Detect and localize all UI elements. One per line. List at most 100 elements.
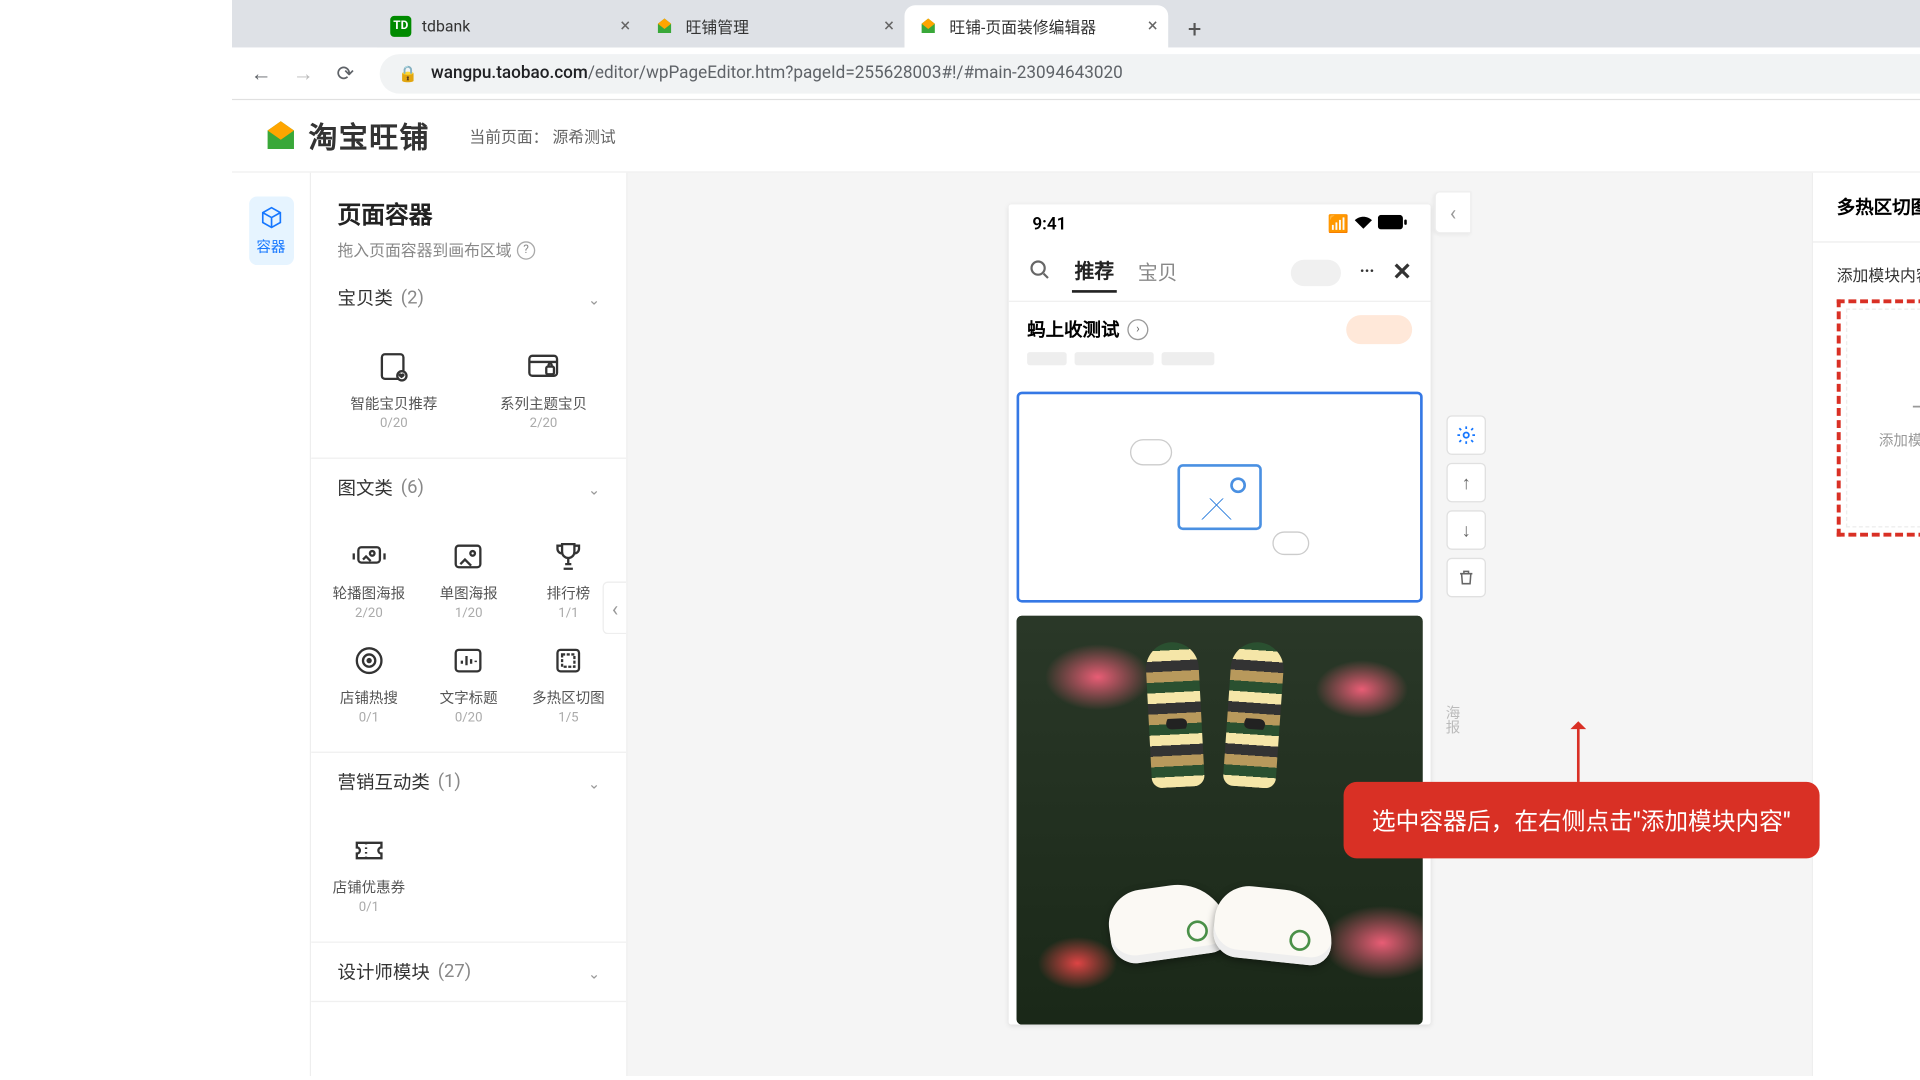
search-icon[interactable] — [1027, 256, 1053, 288]
url-path: /editor/wpPageEditor.htm?pageId=25562800… — [588, 63, 1123, 83]
wangpu-favicon — [654, 16, 675, 37]
current-page-info: 当前页面： 源希测试 — [469, 125, 615, 147]
module-text-title[interactable]: 文字标题 0/20 — [419, 632, 519, 736]
image-placeholder-icon — [1177, 464, 1261, 530]
signal-icon: 📶 — [1328, 214, 1349, 234]
back-button[interactable]: ← — [240, 52, 282, 94]
module-coupon[interactable]: 店铺优惠券 0/1 — [319, 821, 419, 925]
card-heart-icon — [375, 348, 412, 385]
gear-icon — [1456, 425, 1477, 446]
cloud-decoration — [1130, 439, 1172, 465]
browser-toolbar: ← → ⟳ 🔒 wangpu.taobao.com/editor/wpPageE… — [232, 47, 1920, 100]
phone-nav: 推荐 宝贝 ··· ✕ — [1009, 244, 1431, 302]
trash-icon — [1457, 568, 1475, 586]
browser-tab-editor[interactable]: 旺铺-页面装修编辑器 × — [904, 5, 1168, 47]
rail-label: 容器 — [256, 236, 285, 257]
right-panel: 多热区切图 添加模块内容 (0/1) ＋ 添加模块内容 — [1812, 173, 1920, 1076]
phone-time: 9:41 — [1032, 214, 1066, 234]
phone-tab-recommend[interactable]: 推荐 — [1072, 252, 1117, 293]
phone-nav-pill — [1291, 259, 1341, 285]
settings-button[interactable] — [1446, 415, 1486, 455]
category-marketing: 营销互动类 (1) ⌃ 店铺优惠券 0/1 — [311, 753, 626, 943]
category-tuwen: 图文类 (6) ⌃ 轮播图海报 2/20 单图海报 1/20 排行榜 — [311, 459, 626, 753]
collapse-left-panel[interactable]: ‹ — [603, 582, 627, 635]
browser-tab-strip: TD tdbank × 旺铺管理 × 旺铺-页面装修编辑器 × + — [232, 0, 1920, 47]
forward-button[interactable]: → — [282, 52, 324, 94]
chevron-down-icon: ⌃ — [588, 479, 600, 496]
chevron-down-icon: ⌃ — [588, 773, 600, 790]
tab-title: 旺铺-页面装修编辑器 — [949, 15, 1096, 37]
left-panel: 页面容器 拖入页面容器到画布区域 ? 宝贝类 (2) ⌃ 智能宝贝推荐 0/20 — [311, 173, 627, 1076]
panel-title: 页面容器 — [337, 196, 599, 230]
category-designer: 设计师模块 (27) ⌃ — [311, 943, 626, 1002]
category-header[interactable]: 宝贝类 (2) ⌃ — [311, 269, 626, 327]
right-panel-title: 多热区切图 — [1813, 173, 1920, 243]
shop-name: 蚂上收测试 — [1027, 316, 1119, 342]
shop-placeholder-row — [1009, 352, 1431, 378]
panel-subtitle: 拖入页面容器到画布区域 ? — [337, 239, 599, 261]
logo[interactable]: 淘宝旺铺 — [264, 115, 430, 157]
card-lock-icon — [525, 348, 562, 385]
category-baobei: 宝贝类 (2) ⌃ 智能宝贝推荐 0/20 系列主题宝贝 2/20 — [311, 269, 626, 459]
browser-tab-tdbank[interactable]: TD tdbank × — [377, 5, 641, 47]
close-icon[interactable]: × — [1148, 16, 1158, 37]
close-icon[interactable]: × — [620, 16, 630, 37]
lock-icon: 🔒 — [398, 64, 418, 82]
new-tab-button[interactable]: + — [1176, 11, 1213, 48]
module-single-poster[interactable]: 单图海报 1/20 — [419, 527, 519, 631]
target-icon — [350, 642, 387, 679]
plus-icon: ＋ — [1909, 386, 1920, 424]
battery-icon — [1378, 214, 1407, 234]
close-icon[interactable]: ✕ — [1392, 258, 1412, 286]
tab-title: 旺铺管理 — [686, 15, 749, 37]
phone-status-bar: 9:41 📶 — [1009, 204, 1431, 244]
wangpu-favicon — [918, 16, 939, 37]
collapse-right-panel[interactable]: ‹ — [1435, 191, 1472, 233]
add-box-text: 添加模块内容 — [1879, 429, 1920, 450]
category-header[interactable]: 设计师模块 (27) ⌃ — [311, 943, 626, 1001]
module-toolbar: ↑ ↓ — [1446, 415, 1486, 597]
reload-button[interactable]: ⟳ — [324, 52, 366, 94]
image-icon — [450, 538, 487, 575]
app-header: 淘宝旺铺 当前页面： 源希测试 预览 发布 — [232, 100, 1920, 173]
move-down-button[interactable]: ↓ — [1446, 510, 1486, 550]
tab-title: tdbank — [422, 17, 470, 35]
help-icon[interactable]: ? — [517, 241, 535, 259]
module-smart-recommend[interactable]: 智能宝贝推荐 0/20 — [319, 338, 469, 442]
canvas: 9:41 📶 推荐 宝贝 ··· ✕ 蚂上收测试 — [628, 173, 1812, 1076]
callout-arrow — [1577, 724, 1580, 782]
more-icon[interactable]: ··· — [1359, 258, 1374, 286]
hotarea-icon — [550, 642, 587, 679]
add-module-content-button[interactable]: ＋ 添加模块内容 — [1837, 299, 1920, 536]
cube-icon — [258, 204, 284, 230]
delete-button[interactable] — [1446, 558, 1486, 598]
logo-icon — [264, 119, 298, 153]
carousel-icon — [350, 538, 387, 575]
phone-tab-product[interactable]: 宝贝 — [1135, 253, 1180, 291]
callout-annotation: 选中容器后，在右侧点击"添加模块内容" — [1343, 782, 1820, 858]
coupon-icon — [350, 832, 387, 869]
address-bar[interactable]: 🔒 wangpu.taobao.com/editor/wpPageEditor.… — [380, 53, 1920, 93]
module-hot-search[interactable]: 店铺热搜 0/1 — [319, 632, 419, 736]
module-multi-hotarea[interactable]: 多热区切图 1/5 — [519, 632, 619, 736]
move-up-button[interactable]: ↑ — [1446, 463, 1486, 503]
close-icon[interactable]: × — [884, 16, 894, 37]
chevron-right-icon[interactable]: › — [1127, 319, 1148, 340]
module-theme-product[interactable]: 系列主题宝贝 2/20 — [469, 338, 619, 442]
category-header[interactable]: 营销互动类 (1) ⌃ — [311, 753, 626, 811]
chevron-down-icon: ⌃ — [588, 289, 600, 306]
side-rail: 容器 — [232, 173, 311, 1076]
add-module-label: 添加模块内容 (0/1) — [1837, 264, 1920, 286]
rail-container-tab[interactable]: 容器 — [248, 196, 293, 265]
selected-module-slot[interactable] — [1017, 392, 1423, 603]
module-carousel-poster[interactable]: 轮播图海报 2/20 — [319, 527, 419, 631]
audio-lines-icon — [450, 642, 487, 679]
wifi-icon — [1354, 214, 1372, 234]
td-favicon: TD — [390, 16, 411, 37]
follow-button[interactable] — [1346, 315, 1412, 344]
category-header[interactable]: 图文类 (6) ⌃ — [311, 459, 626, 517]
poster-side-label: 海报 — [1441, 705, 1462, 734]
cloud-decoration — [1272, 531, 1309, 555]
browser-tab-wangpu-manage[interactable]: 旺铺管理 × — [641, 5, 905, 47]
chevron-down-icon: ⌃ — [588, 963, 600, 980]
